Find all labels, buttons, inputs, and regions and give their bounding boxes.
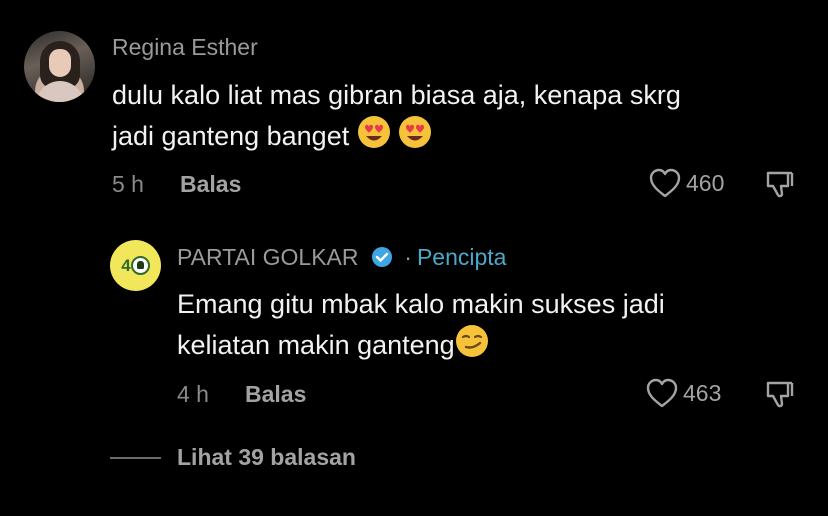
dislike-icon[interactable]: [764, 378, 796, 410]
comment-text-line-2: jadi ganteng banget: [112, 115, 681, 156]
smirk-emoji-icon: [455, 325, 488, 357]
like-count: 463: [683, 379, 722, 406]
reply-time: 4 h: [177, 381, 209, 407]
creator-tag: Pencipta: [416, 244, 507, 270]
verified-badge-icon: [371, 247, 392, 267]
heart-eyes-emoji-icon: [399, 116, 432, 148]
comment-text-line-2-text: jadi ganteng banget: [112, 121, 350, 151]
comment-username[interactable]: Regina Esther: [112, 34, 258, 61]
dislike-icon[interactable]: [764, 168, 796, 200]
view-replies-button[interactable]: Lihat 39 balasan: [110, 444, 356, 471]
user-avatar[interactable]: [24, 31, 95, 102]
divider-line: [110, 456, 161, 459]
like-count: 460: [686, 169, 725, 196]
reply-text-line-2-text: keliatan makin ganteng: [177, 330, 455, 360]
heart-outline-icon: [646, 378, 678, 408]
reply-username[interactable]: PARTAI GOLKAR: [177, 244, 359, 270]
reply-button[interactable]: Balas: [245, 381, 306, 408]
creator-separator: ·: [404, 244, 412, 270]
comment-text-line-1: dulu kalo liat mas gibran biasa aja, ken…: [112, 80, 681, 110]
reply-text-line-2: keliatan makin ganteng: [177, 324, 665, 365]
reply-button[interactable]: Balas: [180, 171, 241, 198]
golkar-avatar[interactable]: 4: [110, 240, 161, 291]
golkar-logo-icon: 4: [121, 256, 150, 276]
reply-text: Emang gitu mbak kalo makin sukses jadi k…: [177, 284, 665, 365]
comment-time: 5 h: [112, 171, 144, 197]
comment-text: dulu kalo liat mas gibran biasa aja, ken…: [112, 75, 681, 156]
view-replies-label: Lihat 39 balasan: [177, 444, 356, 470]
reply-text-line-1: Emang gitu mbak kalo makin sukses jadi: [177, 289, 665, 319]
heart-outline-icon: [649, 168, 681, 198]
heart-eyes-emoji-icon: [357, 116, 390, 148]
like-button[interactable]: 460: [648, 167, 724, 199]
like-button[interactable]: 463: [645, 377, 721, 409]
reply-username-row: PARTAI GOLKAR · Pencipta: [177, 244, 506, 271]
